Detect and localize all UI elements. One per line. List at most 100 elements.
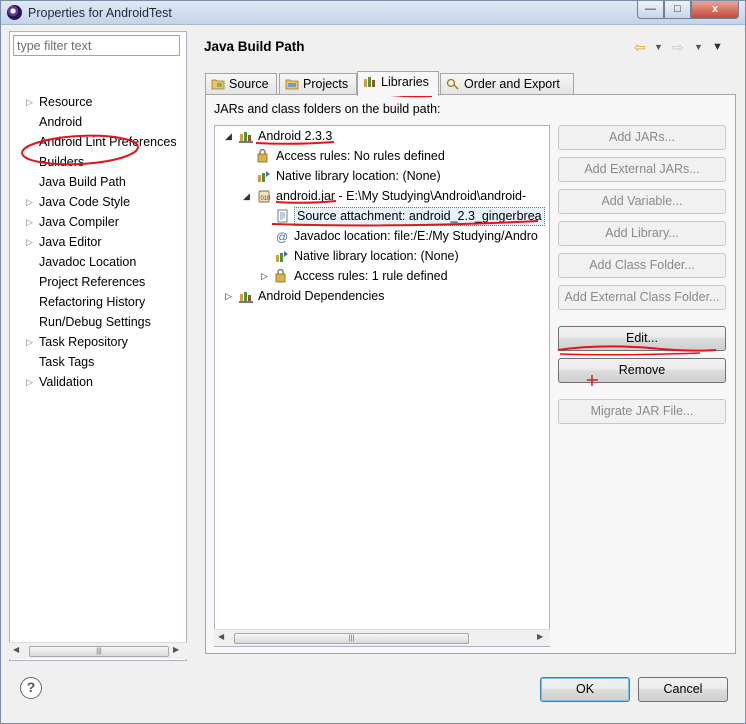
expand-arrow-icon[interactable]: ▷ (26, 232, 36, 252)
library-tree-node[interactable]: Native library location: (None) (215, 166, 549, 186)
scroll-thumb[interactable]: ||| (29, 646, 169, 657)
library-tree-node[interactable]: ▷ Access rules: 1 rule defined (215, 266, 549, 286)
nav-item-label: Validation (39, 375, 93, 389)
help-icon[interactable]: ? (20, 677, 42, 699)
tab-label: Source (229, 77, 269, 91)
svg-text:010: 010 (261, 196, 272, 202)
expand-arrow-icon[interactable]: ▷ (26, 192, 36, 212)
nav-item[interactable]: Project References (10, 272, 186, 292)
nav-item[interactable]: Refactoring History (10, 292, 186, 312)
ok-button[interactable]: OK (540, 677, 630, 702)
nav-item[interactable]: ▷ Java Editor (10, 232, 186, 252)
minimize-button[interactable]: — (637, 1, 664, 19)
library-tree-node-label: Native library location: (None) (294, 249, 459, 263)
tab-projects[interactable]: Projects (279, 73, 357, 95)
scroll-left-arrow-icon[interactable]: ◀ (218, 632, 224, 641)
scroll-right-arrow-icon[interactable]: ▶ (173, 645, 179, 654)
library-tree-node[interactable]: ◢ Android 2.3.3 (215, 126, 549, 146)
access-rules-icon (275, 268, 290, 283)
tab-order-and-export[interactable]: Order and Export (440, 73, 574, 95)
tree-horizontal-scrollbar[interactable]: ◀ ||| ▶ (214, 629, 550, 646)
page-title: Java Build Path (204, 39, 305, 54)
cancel-button[interactable]: Cancel (638, 677, 728, 702)
add-external-jars-button[interactable]: Add External JARs... (558, 157, 726, 182)
close-button[interactable]: x (691, 1, 739, 19)
library-tree-node[interactable]: ▷ Android Dependencies (215, 286, 549, 306)
title-bar[interactable]: Properties for AndroidTest — □ x (1, 1, 745, 25)
library-tree-node[interactable]: Access rules: No rules defined (215, 146, 549, 166)
tab-source[interactable]: Source (205, 73, 277, 95)
libraries-section-label: JARs and class folders on the build path… (214, 102, 441, 116)
collapse-arrow-icon[interactable]: ◢ (243, 186, 253, 206)
nav-item[interactable]: Builders (10, 152, 186, 172)
library-tree-node-label: Android Dependencies (258, 289, 385, 303)
left-horizontal-scrollbar[interactable]: ◀ ||| ▶ (9, 642, 187, 659)
properties-window: Properties for AndroidTest — □ x ▷ Resour… (0, 0, 746, 724)
nav-item[interactable]: ▷ Java Compiler (10, 212, 186, 232)
tab-label: Libraries (381, 75, 429, 89)
library-tree-node[interactable]: Native library location: (None) (215, 246, 549, 266)
nav-item[interactable]: Java Build Path (10, 172, 186, 192)
forward-menu-chevron-icon[interactable]: ▼ (694, 39, 703, 55)
scroll-thumb[interactable]: ||| (234, 633, 469, 644)
build-path-tabs: Source Projects Libraries Order and Export (205, 71, 745, 96)
projects-icon (285, 76, 299, 90)
add-jars-button[interactable]: Add JARs... (558, 125, 726, 150)
expand-arrow-icon[interactable]: ▷ (261, 266, 271, 286)
tab-label: Order and Export (464, 77, 560, 91)
nav-item-label: Run/Debug Settings (39, 315, 151, 329)
page-header-tools: ⇦ ▼ ⇨ ▼ ▼ (634, 39, 734, 55)
nav-item[interactable]: Android Lint Preferences (10, 132, 186, 152)
library-tree-node[interactable]: Source attachment: android_2.3_gingerbre… (215, 206, 549, 226)
library-tree-node[interactable]: ◢ 010 android.jar - E:\My Studying\Android… (215, 186, 549, 206)
libraries-icon (363, 74, 377, 87)
back-arrow-icon[interactable]: ⇦ (634, 39, 646, 55)
maximize-button[interactable]: □ (664, 1, 691, 19)
nav-item[interactable]: ▷ Task Repository (10, 332, 186, 352)
library-tree-node-label: Android 2.3.3 (258, 129, 333, 143)
add-variable-button[interactable]: Add Variable... (558, 189, 726, 214)
eclipse-icon (7, 5, 22, 20)
scroll-left-arrow-icon[interactable]: ◀ (13, 645, 19, 654)
nav-item[interactable]: ▷ Java Code Style (10, 192, 186, 212)
nav-item[interactable]: ▷ Resource (10, 92, 186, 112)
nav-item-label: Java Editor (39, 235, 102, 249)
add-external-class-folder-button[interactable]: Add External Class Folder... (558, 285, 726, 310)
nav-item[interactable]: Task Tags (10, 352, 186, 372)
edit-button[interactable]: Edit... (558, 326, 726, 351)
library-icon (239, 289, 254, 303)
filter-input[interactable] (13, 35, 180, 56)
nav-item-label: Android (39, 115, 83, 129)
expand-arrow-icon[interactable]: ▷ (26, 372, 36, 392)
remove-button[interactable]: Remove (558, 358, 726, 383)
nav-item-label: Task Repository (39, 335, 128, 349)
expand-arrow-icon[interactable]: ▷ (26, 332, 36, 352)
window-title: Properties for AndroidTest (28, 6, 172, 20)
expand-arrow-icon[interactable]: ▷ (26, 92, 36, 112)
scroll-right-arrow-icon[interactable]: ▶ (537, 632, 543, 641)
view-menu-chevron-icon[interactable]: ▼ (712, 39, 723, 55)
library-tree-node[interactable]: @ Javadoc location: file:/E:/My Studying/… (215, 226, 549, 246)
nav-item-label: Project References (39, 275, 146, 289)
library-tree-node-label: Source attachment: android_2.3_gingerbre… (294, 207, 545, 226)
library-tree-node-label: Native library location: (None) (276, 169, 441, 183)
migrate-jar-file-button[interactable]: Migrate JAR File... (558, 399, 726, 424)
nav-item[interactable]: Run/Debug Settings (10, 312, 186, 332)
forward-arrow-icon[interactable]: ⇨ (672, 39, 684, 55)
library-tree-node-label: Javadoc location: file:/E:/My Studying/A… (294, 229, 538, 243)
expand-arrow-icon[interactable]: ▷ (225, 286, 235, 306)
library-tree-node-label: android.jar - E:\My Studying\Android\and… (276, 189, 527, 203)
nav-item[interactable]: ▷ Validation (10, 372, 186, 392)
source-folder-icon (211, 76, 225, 90)
libraries-tree[interactable]: ◢ Android 2.3.3 Access rules: No rules def… (214, 125, 550, 647)
expand-arrow-icon[interactable]: ▷ (26, 212, 36, 232)
nav-item[interactable]: Android (10, 112, 186, 132)
tab-libraries[interactable]: Libraries (357, 71, 439, 96)
collapse-arrow-icon[interactable]: ◢ (225, 126, 235, 146)
back-menu-chevron-icon[interactable]: ▼ (654, 39, 663, 55)
add-class-folder-button[interactable]: Add Class Folder... (558, 253, 726, 278)
jar-icon: 010 (257, 189, 272, 203)
add-library-button[interactable]: Add Library... (558, 221, 726, 246)
nav-item[interactable]: Javadoc Location (10, 252, 186, 272)
nav-item-label: Java Compiler (39, 215, 119, 229)
